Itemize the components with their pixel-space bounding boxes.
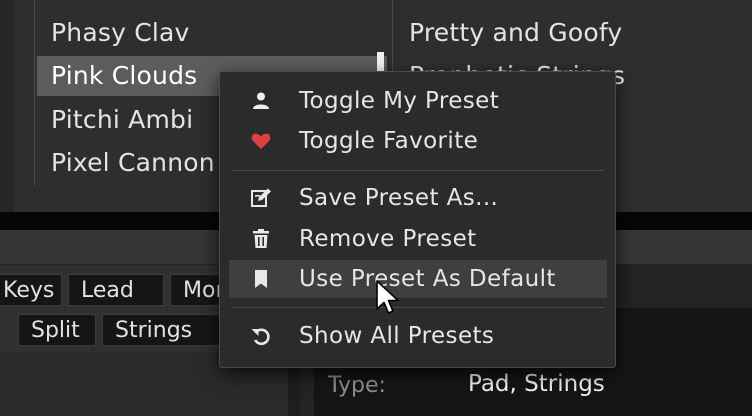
- menu-separator: [232, 307, 604, 308]
- heart-icon: [251, 133, 271, 149]
- menu-item-toggle-my-preset[interactable]: Toggle My Preset: [229, 82, 607, 120]
- menu-item-show-all-presets[interactable]: Show All Presets: [229, 317, 607, 355]
- user-icon: [253, 92, 269, 109]
- bookmark-icon: [255, 270, 267, 288]
- type-value: Pad, Strings: [468, 371, 605, 397]
- menu-item-label: Use Preset As Default: [299, 266, 556, 292]
- browser-left-edge: [0, 0, 14, 212]
- menu-item-use-preset-as-default[interactable]: Use Preset As Default: [229, 260, 607, 298]
- tag-button-lead[interactable]: Lead: [68, 274, 164, 306]
- menu-item-label: Save Preset As...: [299, 185, 499, 211]
- mouse-pointer-icon: [376, 280, 399, 314]
- preset-item[interactable]: Pretty and Goofy: [395, 13, 752, 53]
- menu-item-save-preset-as[interactable]: Save Preset As...: [229, 179, 607, 217]
- undo-icon: [251, 328, 270, 345]
- preset-context-menu: Toggle My Preset Toggle Favorite Save Pr…: [219, 71, 616, 368]
- trash-icon: [253, 229, 269, 248]
- edit-icon: [251, 188, 271, 207]
- menu-item-label: Show All Presets: [299, 323, 495, 349]
- menu-item-label: Toggle Favorite: [299, 128, 479, 154]
- tag-button-strings[interactable]: Strings: [102, 314, 220, 346]
- menu-item-remove-preset[interactable]: Remove Preset: [229, 220, 607, 258]
- tag-button-split[interactable]: Split: [18, 314, 96, 346]
- menu-item-label: Remove Preset: [299, 226, 477, 252]
- menu-separator: [232, 170, 604, 171]
- menu-item-label: Toggle My Preset: [299, 88, 500, 114]
- type-label: Type:: [328, 373, 386, 398]
- preset-item[interactable]: Phasy Clav: [37, 13, 387, 53]
- tag-button-keys[interactable]: Keys: [0, 274, 62, 306]
- menu-item-toggle-favorite[interactable]: Toggle Favorite: [229, 122, 607, 160]
